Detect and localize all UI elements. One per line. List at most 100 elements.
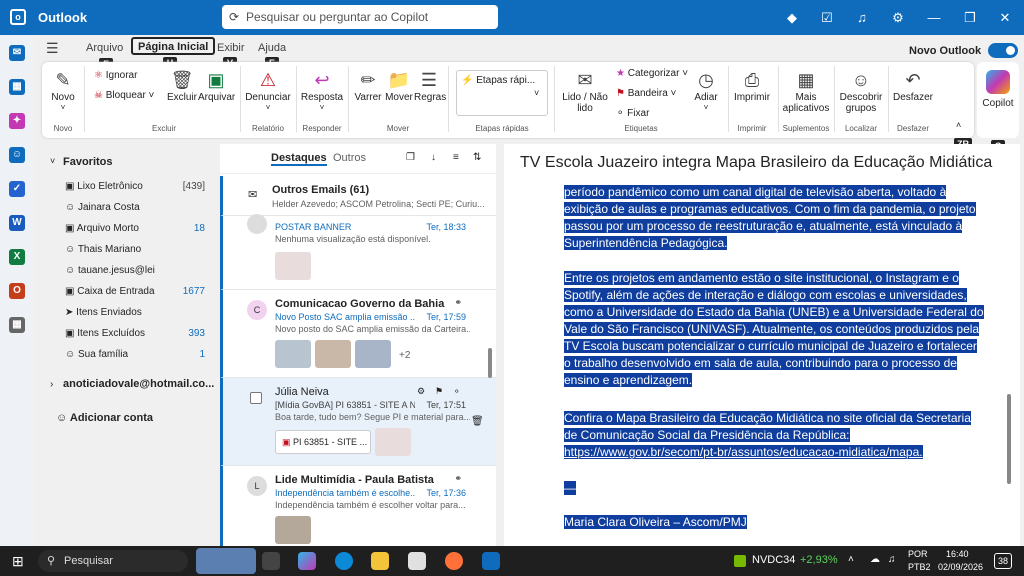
folder-arquivo-morto[interactable]: ▣ Arquivo Morto 18 [65,223,205,234]
outlook-taskbar-icon[interactable] [482,552,500,570]
folder-tauane[interactable]: ☺ tauane.jesus@lei [65,265,205,276]
reply-button[interactable]: ↩ Resposta ˅ [300,68,344,112]
diamond-icon[interactable]: ◆ [783,9,801,27]
copilot-button[interactable]: Copilot [977,62,1019,138]
tab-pagina-inicial[interactable]: Página Inicial [131,37,216,55]
quick-steps-expand-icon[interactable]: ˅ [534,88,539,98]
mail-icon[interactable]: ✉ [9,45,25,61]
tab-arquivo[interactable]: Arquivo [86,39,123,57]
rules-button[interactable]: ☰ Regras [414,68,446,103]
firefox-icon[interactable] [445,552,463,570]
pin-icon[interactable]: ⚬ [453,386,461,397]
other-emails-row[interactable]: ✉ Outros Emails (61) Helder Azevedo; ASC… [220,176,496,216]
sort-icon[interactable]: ⇅ [473,152,481,163]
lang-secondary[interactable]: PTB2 [908,562,931,572]
jump-down-icon[interactable]: ↓ [431,152,436,163]
clock-time[interactable]: 16:40 [946,549,969,559]
taskbar-search[interactable]: ⚲ Pesquisar [38,550,188,572]
gear-icon[interactable]: ⚙ [417,386,425,397]
favorites-header[interactable]: Favoritos [63,156,113,168]
new-outlook-toggle[interactable] [988,43,1018,58]
stock-name[interactable]: NVDC34 [752,554,795,566]
lang-primary[interactable]: POR [908,549,928,559]
notification-badge[interactable]: 38 [994,553,1012,569]
store-icon[interactable] [408,552,426,570]
more-apps-button[interactable]: ▦ Mais aplicativos [782,68,830,114]
word-icon[interactable]: W [9,215,25,231]
message-row[interactable]: POSTAR BANNER Ter, 18:33 Nenhuma visuali… [220,214,496,290]
office-icon[interactable]: O [9,283,25,299]
minimize-icon[interactable]: — [925,9,943,27]
edge-icon[interactable] [335,552,353,570]
trash-icon[interactable]: 🗑 [471,416,484,427]
copilot-app-icon[interactable]: ✦ [9,113,25,129]
filter-icon[interactable]: ≡ [453,152,459,163]
chevron-down-icon[interactable]: ˅ [50,156,55,166]
flag-button[interactable]: ⚑ Bandeira ˅ [616,88,676,99]
collapse-ribbon-icon[interactable]: ˄ [956,120,961,130]
tab-exibir[interactable]: Exibir [217,39,245,57]
sound-icon[interactable]: ♫ [888,554,896,565]
calendar-icon[interactable]: ▦ [9,79,25,95]
attachment-chip[interactable]: ▣ PI 63851 - SITE ... [275,430,371,454]
task-view-icon[interactable] [262,552,280,570]
message-row[interactable]: C Comunicacao Governo da Bahia ⚭ Novo Po… [220,290,496,378]
avatar [247,214,267,234]
discover-groups-button[interactable]: ☺ Descobrir grupos [838,68,884,114]
read-unread-button[interactable]: ✉ Lido / Não lido [560,68,610,114]
message-row[interactable]: L Lide Multimídia - Paula Batista ⚭ Inde… [220,466,496,546]
scrollbar-thumb[interactable] [488,348,492,378]
folder-lixo[interactable]: ▣ Lixo Eletrônico [439] [65,181,205,192]
folder-family[interactable]: ☺ Sua família 1 [65,349,205,360]
hamburger-menu-icon[interactable]: ☰ [46,39,59,57]
block-button[interactable]: ☠ Bloquear ˅ [94,90,154,101]
select-icon[interactable]: ❐ [406,152,415,163]
print-button[interactable]: ⎙ Imprimir [732,68,772,103]
pin-button[interactable]: ⚬ Fixar [616,108,649,119]
copilot-taskbar-icon[interactable] [298,552,316,570]
image-thumbnail [315,340,351,368]
folder-deleted[interactable]: ▣ Itens Excluídos 393 [65,328,205,339]
excel-icon[interactable]: X [9,249,25,265]
clock-date[interactable]: 02/09/2026 [938,562,983,572]
chevron-right-icon[interactable]: › [50,379,53,390]
snooze-button[interactable]: ◷ Adiar ˅ [690,68,722,112]
file-explorer-icon[interactable] [371,552,389,570]
apps-grid-icon[interactable]: ▦ [9,317,25,333]
add-account-button[interactable]: ☺ Adicionar conta [56,412,153,424]
undo-button[interactable]: ↶ Desfazer [892,68,934,103]
windows-start-icon[interactable]: ⊞ [12,553,24,570]
tab-focused[interactable]: Destaques [271,152,327,166]
restore-icon[interactable]: ❐ [961,9,979,27]
mapa-link[interactable]: https://www.gov.br/secom/pt-br/assuntos/… [564,445,923,459]
cloud-icon[interactable]: ☁ [870,554,880,565]
flag-icon[interactable]: ⚑ [435,386,443,397]
move-button[interactable]: 📁 Mover [384,68,414,103]
gear-icon[interactable]: ⚙ [889,9,907,27]
folder-jainara[interactable]: ☺ Jainara Costa [65,202,205,213]
tray-chevron-icon[interactable]: ˄ [848,554,854,565]
todo-icon[interactable]: ✓ [9,181,25,197]
folder-inbox[interactable]: ▣ Caixa de Entrada 1677 [65,286,205,297]
select-checkbox[interactable] [250,392,262,404]
new-mail-button[interactable]: ✎ Novo ˅ [48,68,78,112]
folder-thais[interactable]: ☺ Thais Mariano [65,244,205,255]
folder-sent[interactable]: ➤ Itens Enviados [65,307,205,318]
bell-icon[interactable]: ♫ [853,9,871,27]
sweep-button[interactable]: ✏ Varrer [352,68,384,103]
close-icon[interactable]: ✕ [996,9,1014,27]
report-button[interactable]: ⚠ Denunciar ˅ [244,68,292,112]
tab-other[interactable]: Outros [333,152,366,164]
people-icon[interactable]: ☺ [9,147,25,163]
task-check-icon[interactable]: ☑ [818,9,836,27]
tab-ajuda[interactable]: Ajuda [258,39,286,57]
widget-image[interactable] [196,548,256,574]
categorize-button[interactable]: ★ Categorizar ˅ [616,68,688,79]
archive-button[interactable]: ▣ Arquivar [198,68,235,103]
search-input[interactable]: ⟳ Pesquisar ou perguntar ao Copilot [222,5,498,29]
reading-scrollbar[interactable] [1007,394,1011,484]
message-row-selected[interactable]: Júlia Neiva ⚙ ⚑ ⚬ [Mídia GovBA] PI 63851… [220,378,496,466]
account-header[interactable]: anoticiadovale@hotmail.co... [63,378,223,390]
delete-button[interactable]: 🗑 Excluir [166,68,198,103]
ignore-button[interactable]: ⚛ Ignorar [94,70,137,81]
